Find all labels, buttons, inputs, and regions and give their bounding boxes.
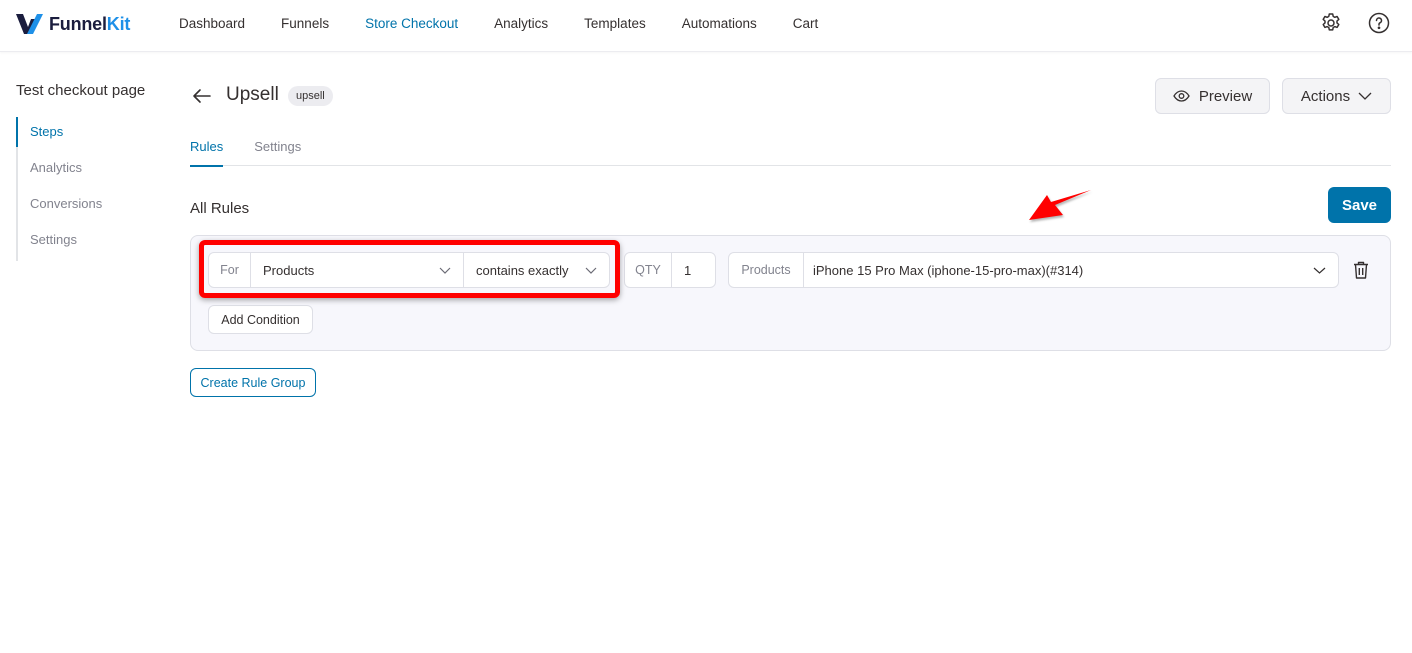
actions-label: Actions	[1300, 87, 1351, 105]
create-rule-group-button[interactable]: Create Rule Group	[190, 368, 316, 397]
save-button[interactable]: Save	[1328, 187, 1391, 223]
products-field: Products iPhone 15 Pro Max (iphone-15-pr…	[728, 252, 1339, 288]
logo-text-funnel: Funnel	[49, 13, 107, 34]
main-nav: Dashboard Funnels Store Checkout Analyti…	[179, 0, 854, 46]
nav-item-funnels[interactable]: Funnels	[281, 16, 329, 31]
chevron-down-icon	[439, 267, 451, 274]
funnelkit-logo-icon	[16, 14, 43, 34]
chevron-down-icon	[585, 267, 597, 274]
for-label: For	[209, 253, 251, 287]
logo-text: FunnelKit	[49, 14, 130, 35]
nav-item-dashboard[interactable]: Dashboard	[179, 16, 245, 31]
chevron-down-icon	[1358, 92, 1372, 100]
eye-icon	[1173, 90, 1190, 102]
qty-field: QTY 1	[624, 252, 716, 288]
nav-item-analytics[interactable]: Analytics	[494, 16, 548, 31]
sidebar-item-analytics[interactable]: Analytics	[18, 153, 102, 189]
operator-select[interactable]: contains exactly	[463, 253, 609, 287]
help-icon[interactable]	[1367, 11, 1391, 35]
all-rules-heading: All Rules	[190, 200, 250, 217]
chevron-down-icon	[1313, 267, 1326, 274]
tab-rules[interactable]: Rules	[190, 128, 224, 167]
add-condition-button[interactable]: Add Condition	[208, 305, 313, 334]
sidebar-title: Test checkout page	[16, 82, 146, 99]
nav-item-automations[interactable]: Automations	[682, 16, 757, 31]
rule-group: For Products contains exactly QTY 1 Prod…	[190, 235, 1391, 351]
nav-item-cart[interactable]: Cart	[793, 16, 819, 31]
preview-label: Preview	[1198, 87, 1253, 105]
products-select[interactable]: iPhone 15 Pro Max (iphone-15-pro-max)(#3…	[804, 253, 1338, 287]
sidebar-item-steps[interactable]: Steps	[15, 117, 102, 153]
products-value: iPhone 15 Pro Max (iphone-15-pro-max)(#3…	[813, 262, 1084, 278]
logo-text-kit: Kit	[106, 13, 131, 34]
actions-dropdown[interactable]: Actions	[1282, 78, 1391, 114]
nav-item-templates[interactable]: Templates	[584, 16, 646, 31]
sidebar-item-settings[interactable]: Settings	[18, 225, 102, 261]
gear-icon[interactable]	[1319, 11, 1343, 35]
operator-value: contains exactly	[476, 262, 569, 278]
qty-label: QTY	[625, 253, 672, 287]
preview-button[interactable]: Preview	[1155, 78, 1270, 114]
qty-input[interactable]: 1	[672, 253, 691, 287]
step-type-badge: upsell	[288, 86, 333, 106]
nav-item-store-checkout[interactable]: Store Checkout	[365, 16, 458, 31]
funnelkit-logo[interactable]: FunnelKit	[16, 12, 130, 36]
sidebar-nav: Steps Analytics Conversions Settings	[15, 117, 102, 261]
rule-condition-field: For Products contains exactly	[208, 252, 610, 288]
trash-icon[interactable]	[1352, 260, 1370, 280]
top-navigation-bar: FunnelKit Dashboard Funnels Store Checko…	[0, 0, 1412, 52]
step-tabs: Rules Settings	[190, 128, 1391, 167]
products-label: Products	[729, 253, 804, 287]
rule-type-value: Products	[263, 262, 315, 278]
rule-type-select[interactable]: Products	[251, 253, 463, 287]
tab-settings[interactable]: Settings	[254, 128, 301, 166]
annotation-arrow-icon	[1029, 190, 1091, 220]
sidebar-item-conversions[interactable]: Conversions	[18, 189, 102, 225]
page-title: Upsell	[226, 84, 279, 105]
back-arrow-icon[interactable]	[190, 84, 214, 108]
